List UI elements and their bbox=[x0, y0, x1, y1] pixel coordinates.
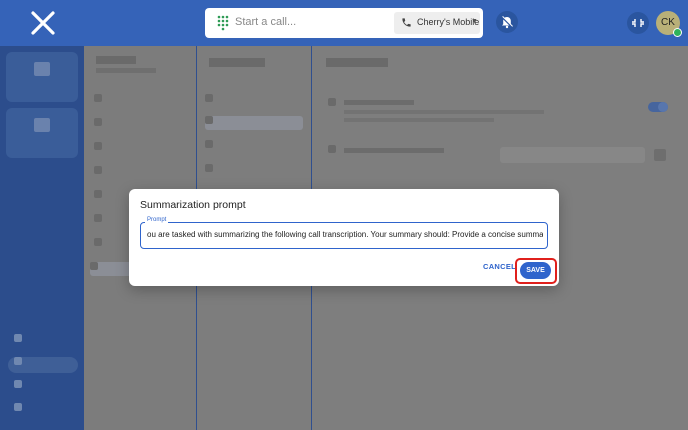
panel-heading bbox=[209, 58, 265, 67]
nav-icon bbox=[34, 118, 50, 132]
prompt-input[interactable]: ou are tasked with summarizing the follo… bbox=[147, 230, 543, 239]
nav-icon bbox=[14, 357, 22, 365]
collapse-icon bbox=[632, 19, 644, 27]
cancel-button[interactable]: CANCEL bbox=[483, 262, 516, 271]
app-logo[interactable] bbox=[30, 10, 56, 36]
dialog-title: Summarization prompt bbox=[140, 199, 246, 211]
setting-description bbox=[344, 118, 494, 122]
menu-item[interactable] bbox=[94, 166, 186, 180]
menu-item[interactable] bbox=[94, 94, 186, 108]
transcription-toggle[interactable] bbox=[648, 102, 668, 112]
nav-icon bbox=[34, 62, 50, 76]
menu-item[interactable] bbox=[94, 118, 186, 132]
nav-link-1[interactable] bbox=[8, 334, 78, 350]
nav-link-3[interactable] bbox=[8, 380, 78, 396]
nav-icon bbox=[14, 403, 22, 411]
setting-description bbox=[344, 110, 544, 114]
online-status-indicator bbox=[673, 28, 682, 37]
nav-link-4[interactable] bbox=[8, 403, 78, 419]
nav-item-1[interactable] bbox=[6, 52, 78, 102]
setting-icon bbox=[328, 98, 338, 112]
config-item-selected[interactable] bbox=[205, 116, 303, 130]
setting-title bbox=[344, 148, 444, 153]
config-item[interactable] bbox=[205, 94, 303, 108]
config-item[interactable] bbox=[205, 140, 303, 154]
save-button[interactable]: SAVE bbox=[520, 262, 551, 279]
call-search-box[interactable]: Start a call... Cherry's Mobile ▼ bbox=[205, 8, 483, 38]
nav-icon bbox=[14, 380, 22, 388]
nav-item-2[interactable] bbox=[6, 108, 78, 158]
config-item[interactable] bbox=[205, 164, 303, 178]
carrier-label: Cherry's Mobile bbox=[417, 17, 480, 27]
phone-icon bbox=[402, 18, 411, 27]
call-input-placeholder[interactable]: Start a call... bbox=[235, 16, 296, 28]
nav-icon bbox=[14, 334, 22, 342]
prompt-field-label: Prompt bbox=[145, 217, 169, 223]
carrier-select[interactable]: Cherry's Mobile ▼ bbox=[394, 12, 480, 34]
summarization-prompt-dialog: Summarization prompt ou are tasked with … bbox=[129, 189, 559, 286]
edit-icon[interactable] bbox=[654, 149, 666, 161]
bell-off-icon bbox=[501, 16, 513, 29]
notifications-off-button[interactable] bbox=[496, 11, 518, 33]
chevron-down-icon: ▼ bbox=[471, 18, 478, 25]
nav-link-2[interactable] bbox=[8, 357, 78, 373]
setting-icon bbox=[328, 145, 338, 159]
panel-heading bbox=[326, 58, 388, 67]
panel-heading bbox=[96, 56, 136, 64]
fullscreen-button[interactable] bbox=[627, 12, 649, 34]
left-navigation bbox=[0, 46, 84, 430]
dialpad-icon[interactable] bbox=[217, 15, 229, 31]
top-bar: Start a call... Cherry's Mobile ▼ CK bbox=[0, 0, 688, 46]
setting-title bbox=[344, 100, 414, 105]
panel-subheading bbox=[96, 68, 156, 73]
summary-prompt-select[interactable] bbox=[500, 147, 645, 163]
menu-item[interactable] bbox=[94, 142, 186, 156]
prompt-field[interactable]: ou are tasked with summarizing the follo… bbox=[140, 222, 548, 249]
